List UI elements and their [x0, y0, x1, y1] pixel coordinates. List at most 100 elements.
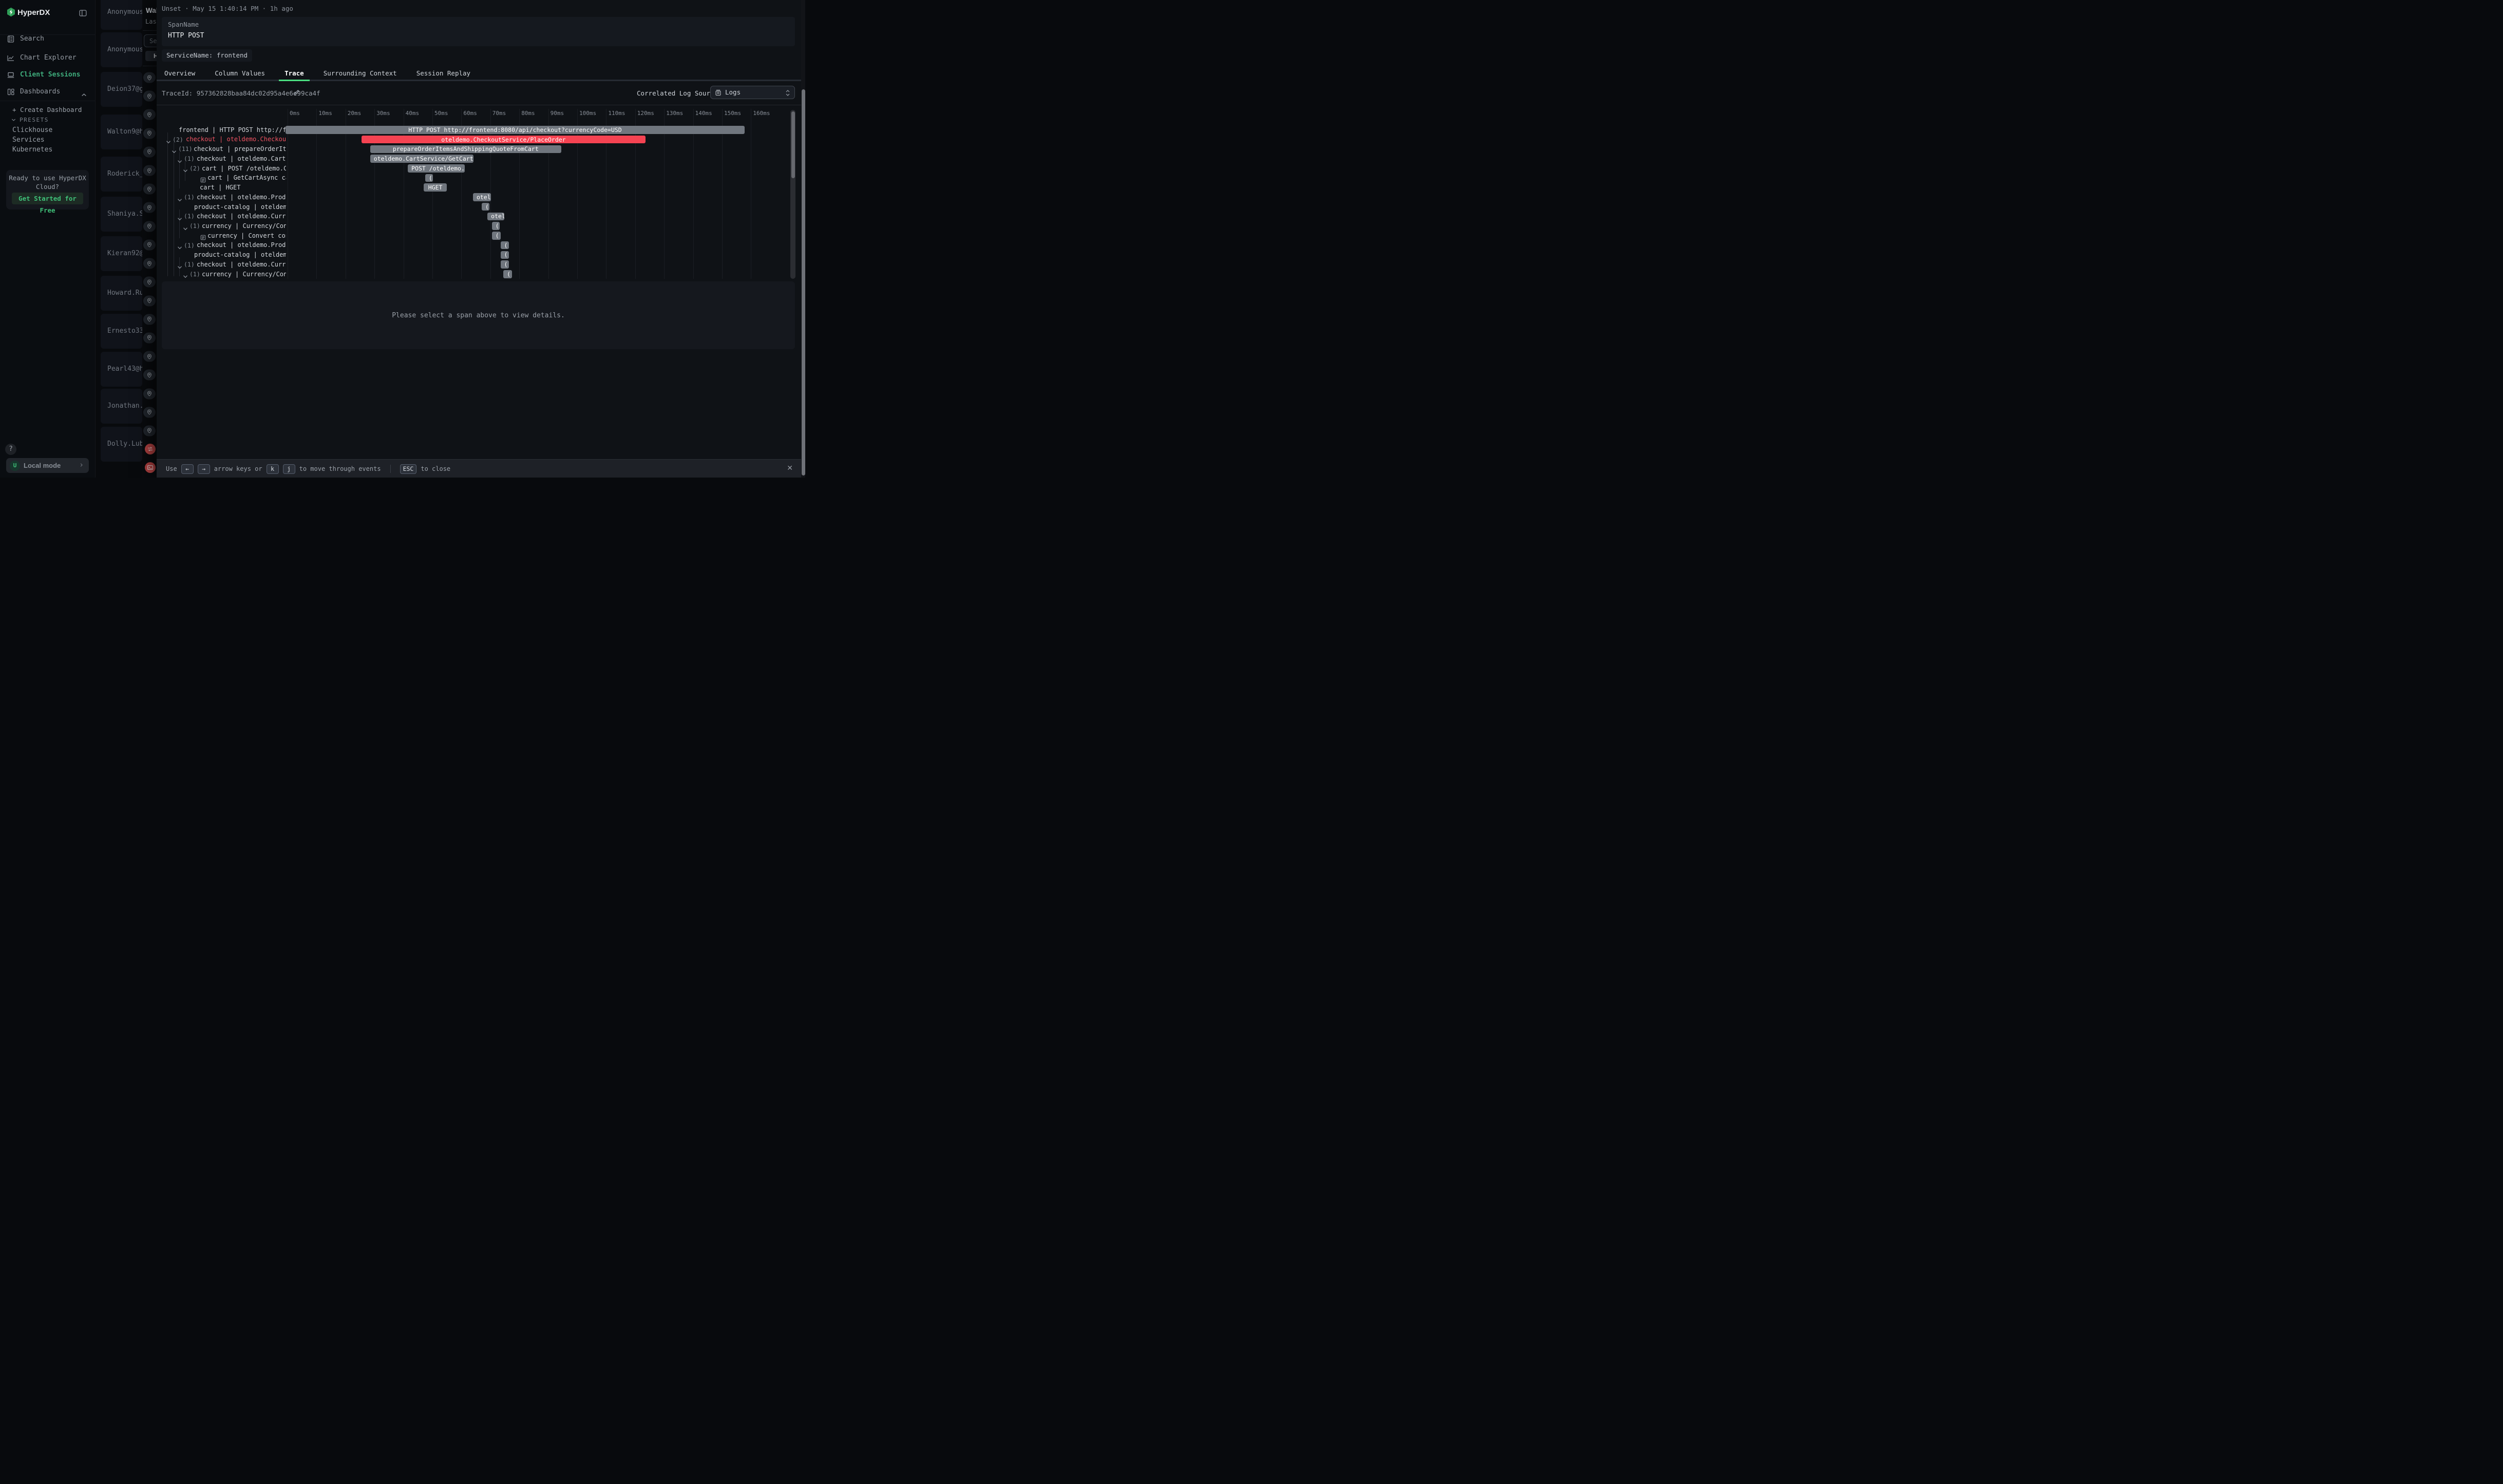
span-bar[interactable]: POST /oteldemo.CartService/GetCart [408, 164, 465, 173]
span-bar[interactable]: oteldemo.CheckoutService/PlaceOrder [362, 136, 646, 144]
sidebar-preset-kubernetes[interactable]: Kubernetes [12, 146, 52, 154]
span-tree-row[interactable]: (1)checkout | oteldemo.ProductCat… [157, 240, 286, 250]
location-pin-icon[interactable] [143, 184, 156, 195]
span-bar[interactable]: oteldemo.ProductCat [473, 193, 491, 201]
tab-column-values[interactable]: Column Values [215, 67, 265, 80]
span-tree-row[interactable]: (2)cart | POST /oteldemo.CartSe… [157, 163, 286, 173]
session-list-item[interactable]: Shaniya.Sc [101, 197, 142, 232]
span-bar[interactable]: ( [501, 251, 509, 259]
chevron-up-icon[interactable] [81, 89, 87, 99]
sidebar-preset-services[interactable]: Services [12, 136, 45, 144]
sidebar-item-client-sessions[interactable]: Client Sessions [0, 67, 95, 83]
session-list-item[interactable]: Pearl43@ho [101, 352, 142, 387]
session-list-item[interactable]: Ernesto33@ [101, 314, 142, 349]
location-pin-icon[interactable] [143, 146, 156, 157]
span-bar[interactable]: oteldemo.CurrencySe [487, 213, 504, 221]
location-pin-icon[interactable] [143, 370, 156, 380]
span-tree-row[interactable]: (1)checkout | oteldemo.CurrencySe… [157, 260, 286, 270]
span-bar[interactable]: ( [501, 260, 509, 269]
span-bar[interactable]: ( [492, 232, 501, 240]
location-pin-icon[interactable] [143, 165, 156, 176]
chevron-down-icon[interactable] [177, 156, 182, 164]
session-list-item[interactable]: Roderick_S [101, 157, 142, 192]
span-tree-row[interactable]: product-catalog | oteldemo.Prod… [157, 250, 286, 260]
location-pin-icon[interactable] [143, 407, 156, 417]
span-bar[interactable]: ( [501, 241, 509, 250]
chevron-down-icon[interactable] [166, 137, 171, 144]
span-tree-row[interactable]: cart | GetCartAsync called… [157, 173, 286, 183]
location-pin-icon[interactable] [143, 295, 156, 306]
tab-trace[interactable]: Trace [285, 67, 304, 80]
location-pin-icon[interactable] [143, 239, 156, 250]
chevron-down-icon[interactable] [172, 146, 177, 154]
sidebar-item-search[interactable]: Search [0, 31, 95, 47]
span-bar[interactable]: oteldemo.CartService/GetCart [370, 155, 474, 163]
console-event-icon[interactable] [145, 462, 156, 473]
session-list-item[interactable]: Walton9@ho [101, 115, 142, 149]
edit-pencil-icon[interactable] [293, 88, 300, 98]
span-bar[interactable]: ( [425, 174, 433, 182]
location-pin-icon[interactable] [143, 277, 156, 288]
location-pin-icon[interactable] [143, 72, 156, 83]
location-pin-icon[interactable] [143, 332, 156, 343]
chevron-down-icon[interactable] [183, 223, 188, 231]
window-scrollbar-thumb[interactable] [802, 89, 805, 475]
session-list-item[interactable]: Howard.Run [101, 276, 142, 311]
location-pin-icon[interactable] [143, 314, 156, 325]
location-pin-icon[interactable] [143, 128, 156, 139]
session-list-item[interactable]: Kieran92@h [101, 236, 142, 271]
location-pin-icon[interactable] [143, 91, 156, 102]
session-list-item[interactable]: Jonathan.B [101, 389, 142, 424]
tab-overview[interactable]: Overview [164, 67, 195, 80]
chevron-down-icon[interactable] [177, 214, 182, 221]
waterfall-scrollbar[interactable] [790, 110, 795, 279]
span-bar[interactable]: ( [482, 203, 489, 211]
location-pin-icon[interactable] [143, 388, 156, 399]
span-tree-row[interactable]: (1)currency | Currency/Convert [157, 221, 286, 231]
sidebar-item-chart-explorer[interactable]: Chart Explorer [0, 50, 95, 66]
chevron-down-icon[interactable] [177, 242, 182, 250]
session-list-item[interactable]: Deion37@gm [101, 72, 142, 107]
tab-session-replay[interactable]: Session Replay [416, 67, 470, 80]
tab-surrounding-context[interactable]: Surrounding Context [324, 67, 397, 80]
close-icon[interactable]: ✕ [787, 464, 793, 472]
session-list-item[interactable]: Dolly.Lub [101, 427, 142, 462]
span-tree-row[interactable]: (11)checkout | prepareOrderItemsAnd… [157, 144, 286, 154]
chevron-down-icon[interactable] [177, 195, 182, 202]
sidebar-collapse-icon[interactable] [79, 9, 87, 20]
location-pin-icon[interactable] [143, 109, 156, 120]
location-pin-icon[interactable] [143, 258, 156, 269]
span-tree-row[interactable]: (1)checkout | oteldemo.CartServic… [157, 154, 286, 164]
sidebar-preset-clickhouse[interactable]: Clickhouse [12, 126, 52, 134]
local-mode-menu[interactable]: U Local mode › [6, 458, 89, 473]
waterfall-scrollbar-thumb[interactable] [791, 111, 795, 178]
session-list-item[interactable]: Anonymous [101, 0, 142, 30]
location-pin-icon[interactable] [143, 221, 156, 232]
create-dashboard-button[interactable]: + Create Dashboard [12, 106, 82, 113]
span-tree-row[interactable]: product-catalog | oteldemo.Prod… [157, 202, 286, 212]
chevron-down-icon[interactable] [183, 165, 188, 173]
span-bar[interactable]: ( [503, 270, 512, 278]
span-bar[interactable]: HTTP POST http://frontend:8080/api/check… [286, 126, 745, 134]
span-bar[interactable]: prepareOrderItemsAndShippingQuoteFromCar… [370, 145, 561, 154]
span-tree-row[interactable]: (1)checkout | oteldemo.CurrencySe… [157, 212, 286, 221]
span-tree-row[interactable]: currency | Convert convers… [157, 231, 286, 241]
span-tree-row[interactable]: (2)checkout | oteldemo.CheckoutServic… [157, 135, 286, 144]
span-tree-row[interactable]: frontend | HTTP POST http://frontend:… [157, 125, 286, 135]
get-started-button[interactable]: Get Started for Free [12, 193, 83, 204]
span-tree-row[interactable]: (1)checkout | oteldemo.ProductCat… [157, 193, 286, 202]
window-scrollbar[interactable] [801, 0, 805, 478]
session-list-item[interactable]: Anonymous [101, 32, 142, 67]
span-tree-row[interactable]: (1)currency | Currency/Convert [157, 269, 286, 279]
span-tree-row[interactable]: cart | HGET [157, 183, 286, 193]
location-pin-icon[interactable] [143, 425, 156, 436]
chevron-down-icon[interactable] [183, 271, 188, 279]
help-button[interactable]: ? [5, 444, 16, 455]
service-name-chip[interactable]: ServiceName: frontend [162, 49, 252, 62]
span-bar[interactable]: ( [492, 222, 500, 230]
log-source-select[interactable]: Logs [710, 86, 795, 99]
chevron-down-icon[interactable] [177, 262, 182, 270]
location-pin-icon[interactable] [143, 202, 156, 213]
presets-header[interactable]: PRESETS [11, 117, 49, 123]
location-pin-icon[interactable] [143, 351, 156, 362]
